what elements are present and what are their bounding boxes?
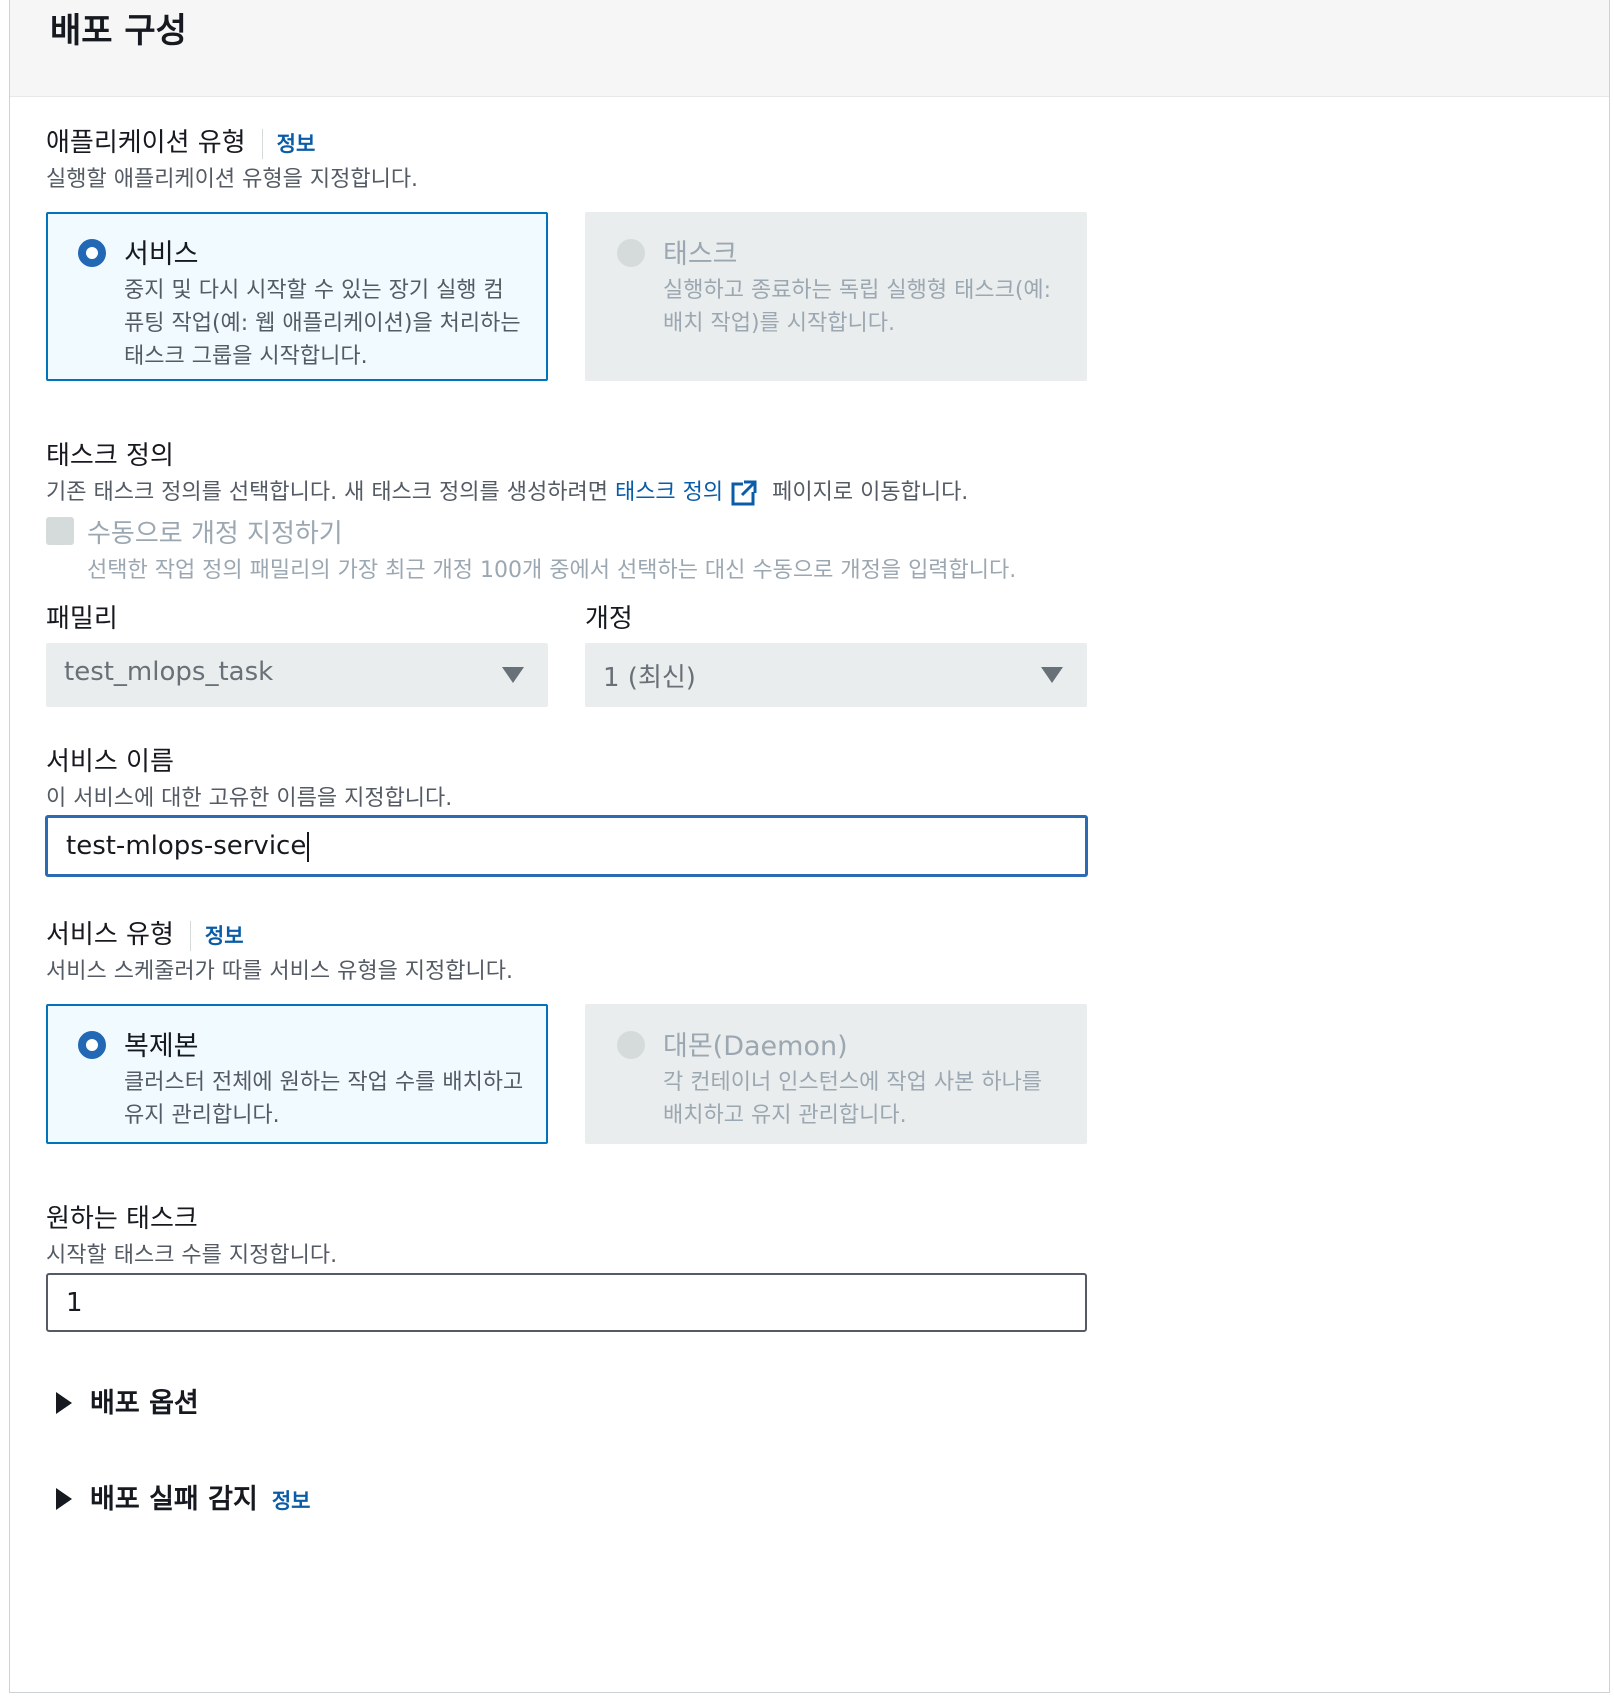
service-type-info-link[interactable]: 정보 (205, 924, 244, 948)
service-type-label: 서비스 유형 (46, 920, 174, 950)
panel-title: 배포 구성 (50, 11, 187, 51)
app-type-option-service[interactable]: 서비스 중지 및 다시 시작할 수 있는 장기 실행 컴퓨팅 작업(예: 웹 애… (46, 212, 548, 381)
desired-tasks-input[interactable]: 1 (46, 1273, 1087, 1332)
revision-select[interactable]: 1 (최신) (585, 643, 1087, 707)
app-type-info-link[interactable]: 정보 (277, 132, 316, 156)
panel-header: 배포 구성 (10, 0, 1609, 97)
family-value: test_mlops_task (64, 657, 274, 687)
failure-detection-expander[interactable]: 배포 실패 감지 정보 (56, 1477, 310, 1516)
revision-label: 개정 (585, 604, 633, 634)
deployment-options-expander[interactable]: 배포 옵션 (56, 1381, 199, 1420)
option-description: 실행하고 종료하는 독립 실행형 태스크(예: 배치 작업)를 시작합니다. (663, 278, 1052, 336)
option-title: 복제본 (124, 1031, 199, 1062)
app-type-label: 애플리케이션 유형 (46, 128, 246, 158)
family-label: 패밀리 (46, 604, 118, 634)
desired-tasks-description: 시작할 태스크 수를 지정합니다. (46, 1243, 338, 1268)
expander-label: 배포 실패 감지 (90, 1484, 258, 1515)
option-title: 서비스 (124, 239, 199, 270)
separator (189, 920, 191, 951)
service-type-description: 서비스 스케줄러가 따를 서비스 유형을 지정합니다. (46, 959, 514, 984)
text-cursor (307, 831, 310, 862)
radio-disabled-icon[interactable] (617, 239, 645, 267)
service-type-option-daemon[interactable]: 대몬(Daemon) 각 컨테이너 인스턴스에 작업 사본 하나를 배치하고 유… (585, 1004, 1087, 1144)
desired-tasks-value: 1 (66, 1288, 83, 1318)
service-name-description: 이 서비스에 대한 고유한 이름을 지정합니다. (46, 786, 453, 811)
input-text: test-mlops-service (66, 831, 307, 861)
caret-down-icon (1041, 667, 1063, 683)
manual-revision-checkbox[interactable] (46, 517, 74, 545)
option-description: 클러스터 전체에 원하는 작업 수를 배치하고 유지 관리합니다. (124, 1070, 524, 1128)
option-title: 대몬(Daemon) (663, 1031, 848, 1062)
family-select[interactable]: test_mlops_task (46, 643, 548, 707)
expander-label: 배포 옵션 (90, 1388, 199, 1419)
manual-revision-description: 선택한 작업 정의 패밀리의 가장 최근 개정 100개 중에서 선택하는 대신… (87, 558, 1017, 583)
caret-down-icon (502, 667, 524, 683)
description-text: 페이지로 이동합니다. (765, 480, 969, 505)
manual-revision-label: 수동으로 개정 지정하기 (87, 519, 343, 549)
radio-disabled-icon[interactable] (617, 1031, 645, 1059)
separator (261, 128, 263, 159)
radio-selected-icon[interactable] (78, 1031, 106, 1059)
service-type-label-row: 서비스 유형 정보 (46, 914, 244, 951)
option-title: 태스크 (663, 239, 738, 270)
app-type-label-row: 애플리케이션 유형 정보 (46, 122, 315, 159)
app-type-option-task[interactable]: 태스크 실행하고 종료하는 독립 실행형 태스크(예: 배치 작업)를 시작합니… (585, 212, 1087, 381)
service-name-value: test-mlops-service (66, 831, 310, 862)
service-name-label: 서비스 이름 (46, 747, 174, 777)
service-type-option-replica[interactable]: 복제본 클러스터 전체에 원하는 작업 수를 배치하고 유지 관리합니다. (46, 1004, 548, 1144)
description-text: 기존 태스크 정의를 선택합니다. 새 태스크 정의를 생성하려면 (46, 480, 615, 505)
caret-right-icon (56, 1487, 72, 1510)
radio-selected-icon[interactable] (78, 239, 106, 267)
task-definition-description: 기존 태스크 정의를 선택합니다. 새 태스크 정의를 생성하려면 태스크 정의… (46, 474, 968, 506)
option-description: 각 컨테이너 인스턴스에 작업 사본 하나를 배치하고 유지 관리합니다. (663, 1070, 1043, 1128)
option-description: 중지 및 다시 시작할 수 있는 장기 실행 컴퓨팅 작업(예: 웹 애플리케이… (124, 278, 521, 369)
desired-tasks-label: 원하는 태스크 (46, 1204, 198, 1234)
revision-value: 1 (최신) (603, 663, 696, 693)
service-name-input[interactable]: test-mlops-service (45, 815, 1088, 877)
task-definition-label: 태스크 정의 (46, 441, 174, 471)
failure-detection-info-link[interactable]: 정보 (272, 1489, 311, 1513)
caret-right-icon (56, 1391, 72, 1414)
app-type-description: 실행할 애플리케이션 유형을 지정합니다. (46, 167, 419, 192)
task-definition-link[interactable]: 태스크 정의 (615, 480, 723, 505)
external-link-icon[interactable] (731, 480, 758, 506)
